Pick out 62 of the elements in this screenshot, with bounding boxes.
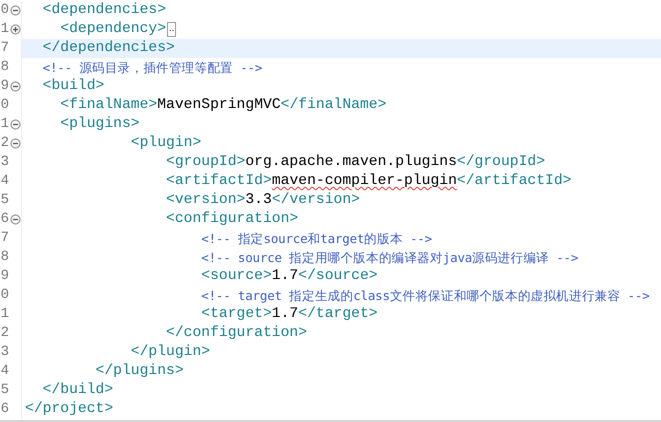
xml-tag: <build>: [42, 77, 104, 96]
line-number: 1: [0, 115, 9, 134]
xml-tag: <configuration>: [166, 210, 298, 229]
line-number: 4: [0, 172, 9, 191]
xml-value: 1.7: [272, 305, 298, 324]
line-number: 1: [0, 305, 9, 324]
xml-tag: </plugin>: [130, 343, 210, 362]
collapse-icon[interactable]: [10, 119, 21, 130]
xml-value: MavenSpringMVC: [157, 96, 281, 115]
xml-tag: </source>: [298, 267, 378, 286]
line-number: 9: [0, 267, 9, 286]
line-number: 0: [0, 96, 9, 115]
xml-tag: </groupId>: [456, 153, 546, 172]
collapse-icon[interactable]: [10, 5, 21, 16]
collapse-icon[interactable]: [10, 138, 21, 149]
line-number: 5: [0, 381, 9, 400]
expand-icon[interactable]: [10, 24, 21, 35]
xml-tag: <dependency>: [60, 20, 166, 39]
line-number: 4: [0, 362, 9, 381]
line-number: 1: [0, 20, 9, 39]
folded-marker[interactable]: ‥: [167, 22, 176, 37]
xml-tag: </plugins>: [96, 362, 184, 381]
line-number: 6: [0, 400, 9, 419]
line-number: 5: [0, 191, 9, 210]
xml-tag: <plugin>: [130, 134, 202, 153]
line-number: 0: [0, 286, 9, 305]
xml-tag: </build>: [42, 381, 114, 400]
line-number: 3: [0, 153, 9, 172]
line-number: 2: [0, 134, 9, 153]
line-number: 8: [0, 248, 9, 267]
xml-tag: </version>: [272, 191, 360, 210]
xml-value: org.apache.maven.plugins: [245, 153, 457, 172]
xml-comment: <!-- target 指定生成的class文件将保证和哪个版本的虚拟机进行兼容 -->: [201, 287, 650, 305]
collapse-icon[interactable]: [10, 81, 21, 92]
line-number: 7: [0, 39, 9, 58]
xml-tag: </artifactId>: [456, 172, 572, 191]
xml-tag: <finalName>: [60, 96, 158, 115]
xml-tag: </target>: [298, 305, 378, 324]
xml-tag: <target>: [201, 305, 272, 324]
xml-comment: <!-- 指定source和target的版本 -->: [201, 230, 432, 248]
xml-value: 1.7: [272, 267, 298, 286]
xml-tag: <plugins>: [60, 115, 140, 134]
xml-comment: <!-- 源码目录，插件管理等配置 -->: [42, 59, 262, 77]
xml-tag: </project>: [25, 400, 114, 419]
xml-tag: </configuration>: [166, 324, 308, 343]
line-number: 3: [0, 343, 9, 362]
collapse-icon[interactable]: [10, 214, 21, 225]
xml-tag: <dependencies>: [42, 1, 166, 20]
xml-tag: <artifactId>: [166, 172, 272, 191]
xml-tag: </finalName>: [280, 96, 386, 115]
line-number: 9: [0, 77, 9, 96]
line-number: 2: [0, 324, 9, 343]
xml-value: 3.3: [245, 191, 272, 210]
line-number: 7: [0, 229, 9, 248]
xml-value: maven-compiler-plugin: [272, 172, 457, 191]
line-number: 8: [0, 58, 9, 77]
xml-tag: <version>: [166, 191, 246, 210]
line-number: 0: [0, 1, 9, 20]
line-number: 6: [0, 210, 9, 229]
xml-comment: <!-- source 指定用哪个版本的编译器对java源码进行编译 -->: [201, 249, 578, 267]
xml-tag: <source>: [201, 267, 272, 286]
xml-tag: <groupId>: [166, 153, 246, 172]
